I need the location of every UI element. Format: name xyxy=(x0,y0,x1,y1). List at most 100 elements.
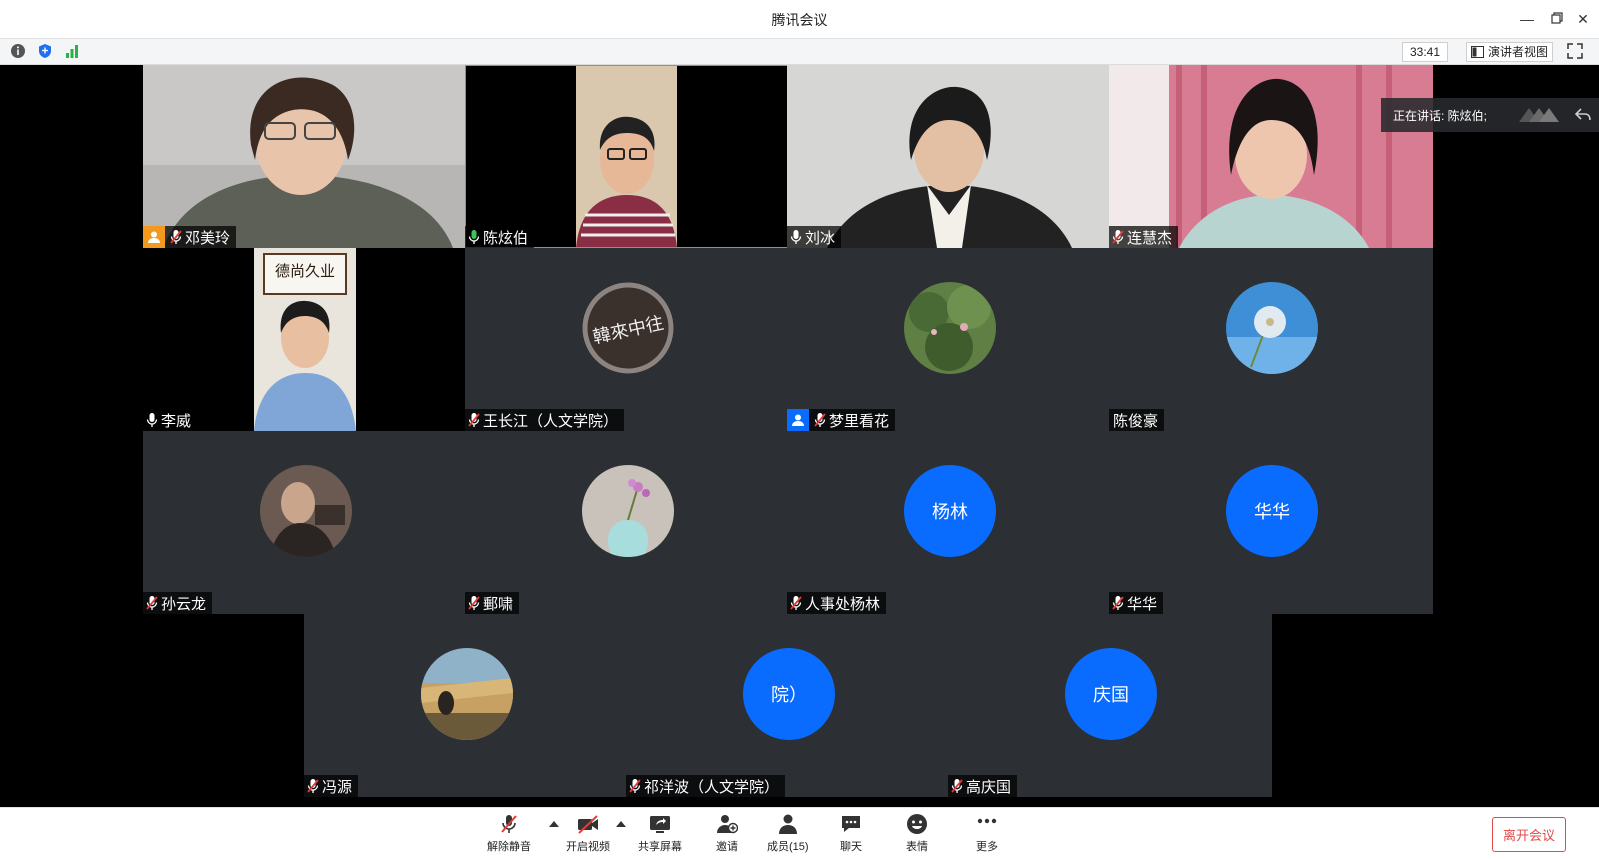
video-feed-man-glasses xyxy=(465,65,789,248)
participant-tile[interactable]: 陈俊豪 xyxy=(1109,248,1433,431)
participant-nametag: 刘冰 xyxy=(787,226,842,248)
members-icon xyxy=(778,814,797,834)
avatar: 华华 xyxy=(1226,465,1318,557)
audio-options-caret-icon[interactable] xyxy=(549,821,559,827)
speaking-avatars-icon xyxy=(1519,108,1560,122)
participant-name: 华华 xyxy=(1127,595,1158,613)
members-label: 成员(15) xyxy=(767,841,809,853)
participant-name: 连慧杰 xyxy=(1127,229,1173,247)
speaking-label: 正在讲话: 陈炫伯; xyxy=(1393,108,1488,123)
mic-muted-icon xyxy=(307,779,319,793)
leave-meeting-button[interactable]: 离开会议 xyxy=(1492,817,1566,852)
participant-tile[interactable]: 梦里看花 xyxy=(787,248,1111,431)
participant-nametag: 人事处杨林 xyxy=(787,592,887,614)
participant-tile[interactable]: 连慧杰 xyxy=(1109,65,1433,248)
speaking-indicator: 正在讲话: 陈炫伯; xyxy=(1381,98,1599,132)
participant-nametag: 祁洋波（人文学院） xyxy=(626,775,786,797)
avatar: 杨林 xyxy=(904,465,996,557)
video-grid: 邓美玲 陈炫伯 刘冰 连慧杰 德尚久业 李威 韓來中往 王长江（人文学院） 梦里… xyxy=(0,65,1599,807)
participant-tile[interactable]: 韓來中往 王长江（人文学院） xyxy=(465,248,789,431)
participant-name: 王长江（人文学院） xyxy=(483,412,619,430)
layout-icon xyxy=(1471,46,1484,58)
participant-name: 李威 xyxy=(161,412,192,430)
security-shield-icon[interactable] xyxy=(37,43,53,59)
participant-nametag: 陈炫伯 xyxy=(465,226,535,248)
title-bar: 腾讯会议 — ✕ xyxy=(0,0,1599,39)
mic-muted-icon xyxy=(501,815,517,833)
participant-nametag: 孙云龙 xyxy=(143,592,213,614)
participant-tile[interactable]: 郵啸 xyxy=(465,431,789,614)
participant-tile[interactable]: 邓美玲 xyxy=(143,65,467,248)
participant-nametag: 华华 xyxy=(1109,592,1164,614)
participant-name: 梦里看花 xyxy=(829,412,890,430)
signal-strength-icon[interactable] xyxy=(64,43,80,59)
camera-off-icon xyxy=(578,815,598,834)
mic-muted-icon xyxy=(468,413,480,427)
participant-nametag: 连慧杰 xyxy=(1109,226,1179,248)
speaker-view-button[interactable]: 演讲者视图 xyxy=(1466,42,1554,62)
chat-label: 聊天 xyxy=(840,841,862,853)
mic-muted-icon xyxy=(1112,596,1124,610)
participant-name: 冯源 xyxy=(322,778,353,796)
invite-button[interactable]: 邀请 xyxy=(716,813,738,854)
video-feed-woman-glasses xyxy=(143,65,467,248)
participant-name: 高庆国 xyxy=(966,778,1012,796)
participant-nametag: 王长江（人文学院） xyxy=(465,409,625,431)
info-icon[interactable] xyxy=(10,43,26,59)
host-badge-icon xyxy=(143,226,165,248)
avatar xyxy=(260,465,352,557)
members-button[interactable]: 成员(15) xyxy=(767,813,809,854)
participant-tile[interactable]: 德尚久业 李威 xyxy=(143,248,467,431)
calligraphy-text: 德尚久业 xyxy=(274,262,335,280)
share-screen-label: 共享屏幕 xyxy=(638,841,682,853)
meeting-timer: 33:41 xyxy=(1402,42,1448,62)
invite-label: 邀请 xyxy=(716,841,738,853)
participant-tile[interactable]: 院） 祁洋波（人文学院） xyxy=(626,614,950,797)
more-dots-icon xyxy=(977,818,997,824)
add-user-icon xyxy=(717,815,738,834)
emoji-label: 表情 xyxy=(906,841,928,853)
avatar: 院） xyxy=(743,648,835,740)
more-label: 更多 xyxy=(976,841,998,853)
avatar xyxy=(421,648,513,740)
mic-muted-icon xyxy=(814,413,826,427)
participant-nametag: 陈俊豪 xyxy=(1109,409,1165,431)
emoji-icon xyxy=(907,814,927,834)
cohost-badge-icon xyxy=(787,409,809,431)
mic-muted-icon xyxy=(146,596,158,610)
participant-tile[interactable]: 庆国 高庆国 xyxy=(948,614,1272,797)
chat-icon xyxy=(842,816,860,832)
collapse-arrow-icon[interactable] xyxy=(1575,108,1591,122)
reactions-button[interactable]: 表情 xyxy=(906,813,928,854)
restore-icon[interactable] xyxy=(1545,8,1569,30)
share-screen-button[interactable]: 共享屏幕 xyxy=(638,813,682,854)
participant-tile[interactable]: 刘冰 xyxy=(787,65,1111,248)
participant-tile-active[interactable]: 陈炫伯 xyxy=(465,65,789,248)
participant-nametag: 梦里看花 xyxy=(787,409,896,431)
chat-button[interactable]: 聊天 xyxy=(840,813,862,854)
participant-tile[interactable]: 华华 华华 xyxy=(1109,431,1433,614)
close-icon[interactable]: ✕ xyxy=(1571,8,1595,30)
mic-muted-icon xyxy=(170,230,182,244)
participant-tile[interactable]: 杨林 人事处杨林 xyxy=(787,431,1111,614)
participant-name: 邓美玲 xyxy=(185,229,231,247)
start-video-button[interactable]: 开启视频 xyxy=(566,813,610,854)
participant-name: 人事处杨林 xyxy=(805,595,881,613)
participant-name: 郵啸 xyxy=(483,595,514,613)
window-title: 腾讯会议 xyxy=(771,12,828,28)
speaker-view-label: 演讲者视图 xyxy=(1488,45,1549,59)
fullscreen-icon[interactable] xyxy=(1567,43,1583,59)
participant-nametag: 冯源 xyxy=(304,775,359,797)
participant-tile[interactable]: 孙云龙 xyxy=(143,431,467,614)
mic-speaking-icon xyxy=(468,230,480,244)
meeting-info-bar: 33:41 演讲者视图 xyxy=(0,39,1599,65)
mic-on-icon xyxy=(790,230,802,244)
video-feed-woman-curtain xyxy=(1109,65,1433,248)
unmute-button[interactable]: 解除静音 xyxy=(487,813,531,854)
video-feed-woman-bow xyxy=(787,65,1111,248)
participant-tile[interactable]: 冯源 xyxy=(304,614,628,797)
video-options-caret-icon[interactable] xyxy=(616,821,626,827)
more-button[interactable]: 更多 xyxy=(976,813,998,854)
minimize-icon[interactable]: — xyxy=(1515,8,1539,30)
participant-nametag: 高庆国 xyxy=(948,775,1018,797)
